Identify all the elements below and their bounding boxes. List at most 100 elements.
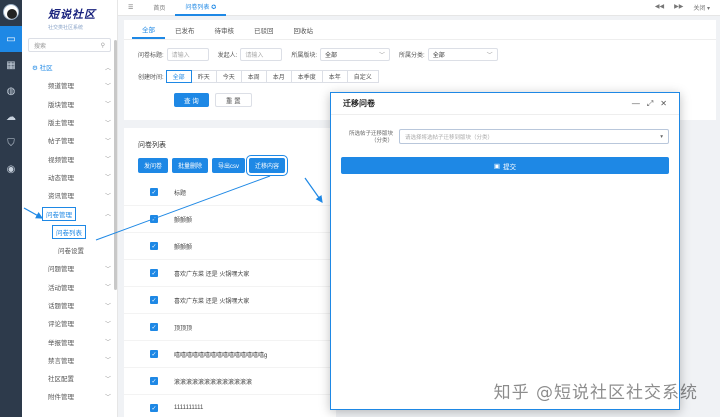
list-title: 问卷列表 <box>138 142 166 149</box>
sidebar-subitem-survey-list[interactable]: 问卷列表 <box>22 223 117 241</box>
scroll-right-icon[interactable]: ▶▶ <box>674 3 683 12</box>
chevron-down-icon: ﹀ <box>104 102 111 109</box>
time-option[interactable]: 自定义 <box>346 69 379 83</box>
title-filter-input[interactable]: 请输入 <box>166 47 209 61</box>
table-header: ✓ 标题 <box>124 179 336 206</box>
table-header-title: 标题 <box>174 190 187 197</box>
export-csv-button[interactable]: 导出csv <box>212 158 246 173</box>
sidebar-item[interactable]: 动态管理 ﹀ <box>22 168 117 186</box>
category-filter-select[interactable]: 全部 ﹀ <box>427 47 498 61</box>
row-checkbox[interactable]: ✓ <box>150 296 158 304</box>
avatar[interactable] <box>3 4 19 20</box>
time-option[interactable]: 本月 <box>265 69 292 83</box>
table-row[interactable]: ✓ 喜欢广东菜 还是 火锅嘿大家 <box>124 260 336 287</box>
cloud-icon[interactable]: ☁ <box>0 104 22 130</box>
sidebar-item[interactable]: 资讯管理 ﹀ <box>22 186 117 204</box>
table-row[interactable]: ✓ 颤颤颤 <box>124 206 336 233</box>
filter-row-2: 创建时间: 全部 昨天 今天 本周 本月 本季度 本年 自定义 <box>124 66 716 86</box>
row-title: 喜欢广东菜 还是 火锅嘿大家 <box>174 271 250 278</box>
batch-delete-button[interactable]: 批量删除 <box>172 158 209 173</box>
time-filter-segment: 全部 昨天 今天 本周 本月 本季度 本年 自定义 <box>165 69 379 83</box>
modal-header: 迁移问卷 — ⤢ ✕ <box>331 93 679 115</box>
time-option[interactable]: 本季度 <box>290 69 323 83</box>
sidebar-item-survey-management[interactable]: 问卷管理 ︿ <box>22 204 117 222</box>
sidebar-item[interactable]: 举报管理 ﹀ <box>22 332 117 350</box>
target-board-select[interactable]: 请选择将选帖子迁移到版块（分类） ▾ <box>399 129 669 144</box>
tab-all[interactable]: 全部 <box>132 20 165 39</box>
sidebar-item[interactable]: 话题管理 ﹀ <box>22 296 117 314</box>
row-checkbox[interactable]: ✓ <box>150 215 158 223</box>
sidebar-item[interactable]: 频道管理 ﹀ <box>22 76 117 94</box>
table-row[interactable]: ✓ 颤颤颤 <box>124 233 336 260</box>
sidebar-group-community[interactable]: ⚙ 社区 ︿ <box>22 58 117 76</box>
time-option[interactable]: 昨天 <box>190 69 217 83</box>
author-filter-input[interactable]: 请输入 <box>240 47 283 61</box>
chevron-down-icon: ﹀ <box>104 193 111 200</box>
eye-icon[interactable]: ◉ <box>0 156 22 182</box>
tab-pending[interactable]: 待审核 <box>205 20 245 39</box>
tab-home[interactable]: 首页 <box>143 0 175 16</box>
sidebar-search-input[interactable]: 搜索 ⚲ <box>28 38 111 52</box>
chevron-down-icon: ﹀ <box>104 285 111 292</box>
search-icon: ⚲ <box>100 42 105 49</box>
time-option[interactable]: 全部 <box>165 69 192 83</box>
grid-icon[interactable]: ▦ <box>0 52 22 78</box>
menu-toggle-icon[interactable]: ☰ <box>118 0 143 16</box>
submit-button[interactable]: ▣ 提交 <box>341 157 669 174</box>
search-button[interactable]: 查 询 <box>174 93 209 107</box>
monitor-icon[interactable]: ▭ <box>0 26 22 52</box>
table-row[interactable]: ✓ 嘻嘻嘻嘻嘻嘻嘻嘻嘻嘻嘻嘻嘻嘻嘻g <box>124 341 336 368</box>
chevron-down-icon: ﹀ <box>104 120 111 127</box>
table-row[interactable]: ✓ 滚滚滚滚滚滚滚滚滚滚滚滚滚 <box>124 368 336 395</box>
sidebar-item[interactable]: 禁言管理 ﹀ <box>22 351 117 369</box>
scroll-left-icon[interactable]: ◀◀ <box>655 3 664 12</box>
board-filter-select[interactable]: 全部 ﹀ <box>320 47 391 61</box>
sidebar-item[interactable]: 帖子管理 ﹀ <box>22 131 117 149</box>
row-checkbox[interactable]: ✓ <box>150 404 158 412</box>
tab-survey-list[interactable]: 问卷列表 ✪ <box>175 0 227 16</box>
tab-recycle-bin[interactable]: 回收站 <box>284 20 324 39</box>
sidebar-item[interactable]: 问题管理 ﹀ <box>22 259 117 277</box>
submit-label: 提交 <box>503 163 517 171</box>
sidebar-item[interactable]: 版主管理 ﹀ <box>22 113 117 131</box>
tab-rejected[interactable]: 已驳回 <box>244 20 284 39</box>
sidebar-item-label: 禁言管理 <box>48 357 74 365</box>
reset-button[interactable]: 重 置 <box>214 93 252 107</box>
sidebar-item[interactable]: 视频管理 ﹀ <box>22 149 117 167</box>
sidebar-item[interactable]: 评论管理 ﹀ <box>22 314 117 332</box>
sidebar-item[interactable]: 社区配置 ﹀ <box>22 369 117 387</box>
row-checkbox[interactable]: ✓ <box>150 350 158 358</box>
close-icon[interactable]: ✕ <box>660 99 667 109</box>
sidebar-item-label: 帖子管理 <box>48 138 74 146</box>
sidebar-scrollbar[interactable] <box>114 40 117 290</box>
time-option[interactable]: 本周 <box>240 69 267 83</box>
brand: 短说社区 社交类社区系统 <box>22 0 117 36</box>
sidebar-item[interactable]: 版块管理 ﹀ <box>22 95 117 113</box>
icon-rail: ▭ ▦ ◍ ☁ ⛉ ◉ <box>0 0 22 417</box>
migrate-content-button[interactable]: 迁移内容 <box>246 155 289 176</box>
sidebar-item[interactable]: 活动管理 ﹀ <box>22 278 117 296</box>
sidebar-item[interactable]: 附件管理 ﹀ <box>22 387 117 405</box>
shield-icon[interactable]: ⛉ <box>0 130 22 156</box>
minimize-icon[interactable]: — <box>632 99 640 109</box>
new-survey-button[interactable]: 发问卷 <box>138 158 169 173</box>
time-option[interactable]: 今天 <box>215 69 242 83</box>
globe-icon[interactable]: ◍ <box>0 78 22 104</box>
sidebar-search-placeholder: 搜索 <box>34 43 47 50</box>
chevron-down-icon: ﹀ <box>104 358 111 365</box>
row-checkbox[interactable]: ✓ <box>150 377 158 385</box>
table-row[interactable]: ✓ 喜欢广东菜 还是 火锅嘿大家 <box>124 287 336 314</box>
table-row[interactable]: ✓ 顶顶顶 <box>124 314 336 341</box>
select-all-checkbox[interactable]: ✓ <box>150 188 158 196</box>
sidebar-subitem-survey-settings[interactable]: 问卷设置 <box>22 241 117 259</box>
row-checkbox[interactable]: ✓ <box>150 323 158 331</box>
time-option[interactable]: 本年 <box>321 69 348 83</box>
top-tab-bar: ☰ 首页 问卷列表 ✪ ◀◀ ▶▶ 关闭 ▾ <box>118 0 720 16</box>
row-checkbox[interactable]: ✓ <box>150 269 158 277</box>
row-checkbox[interactable]: ✓ <box>150 242 158 250</box>
maximize-icon[interactable]: ⤢ <box>647 99 653 109</box>
save-icon: ▣ <box>493 162 501 170</box>
table-row[interactable]: ✓ 1111111111 <box>124 395 336 417</box>
close-tabs-button[interactable]: 关闭 ▾ <box>693 3 710 12</box>
tab-published[interactable]: 已发布 <box>165 20 205 39</box>
